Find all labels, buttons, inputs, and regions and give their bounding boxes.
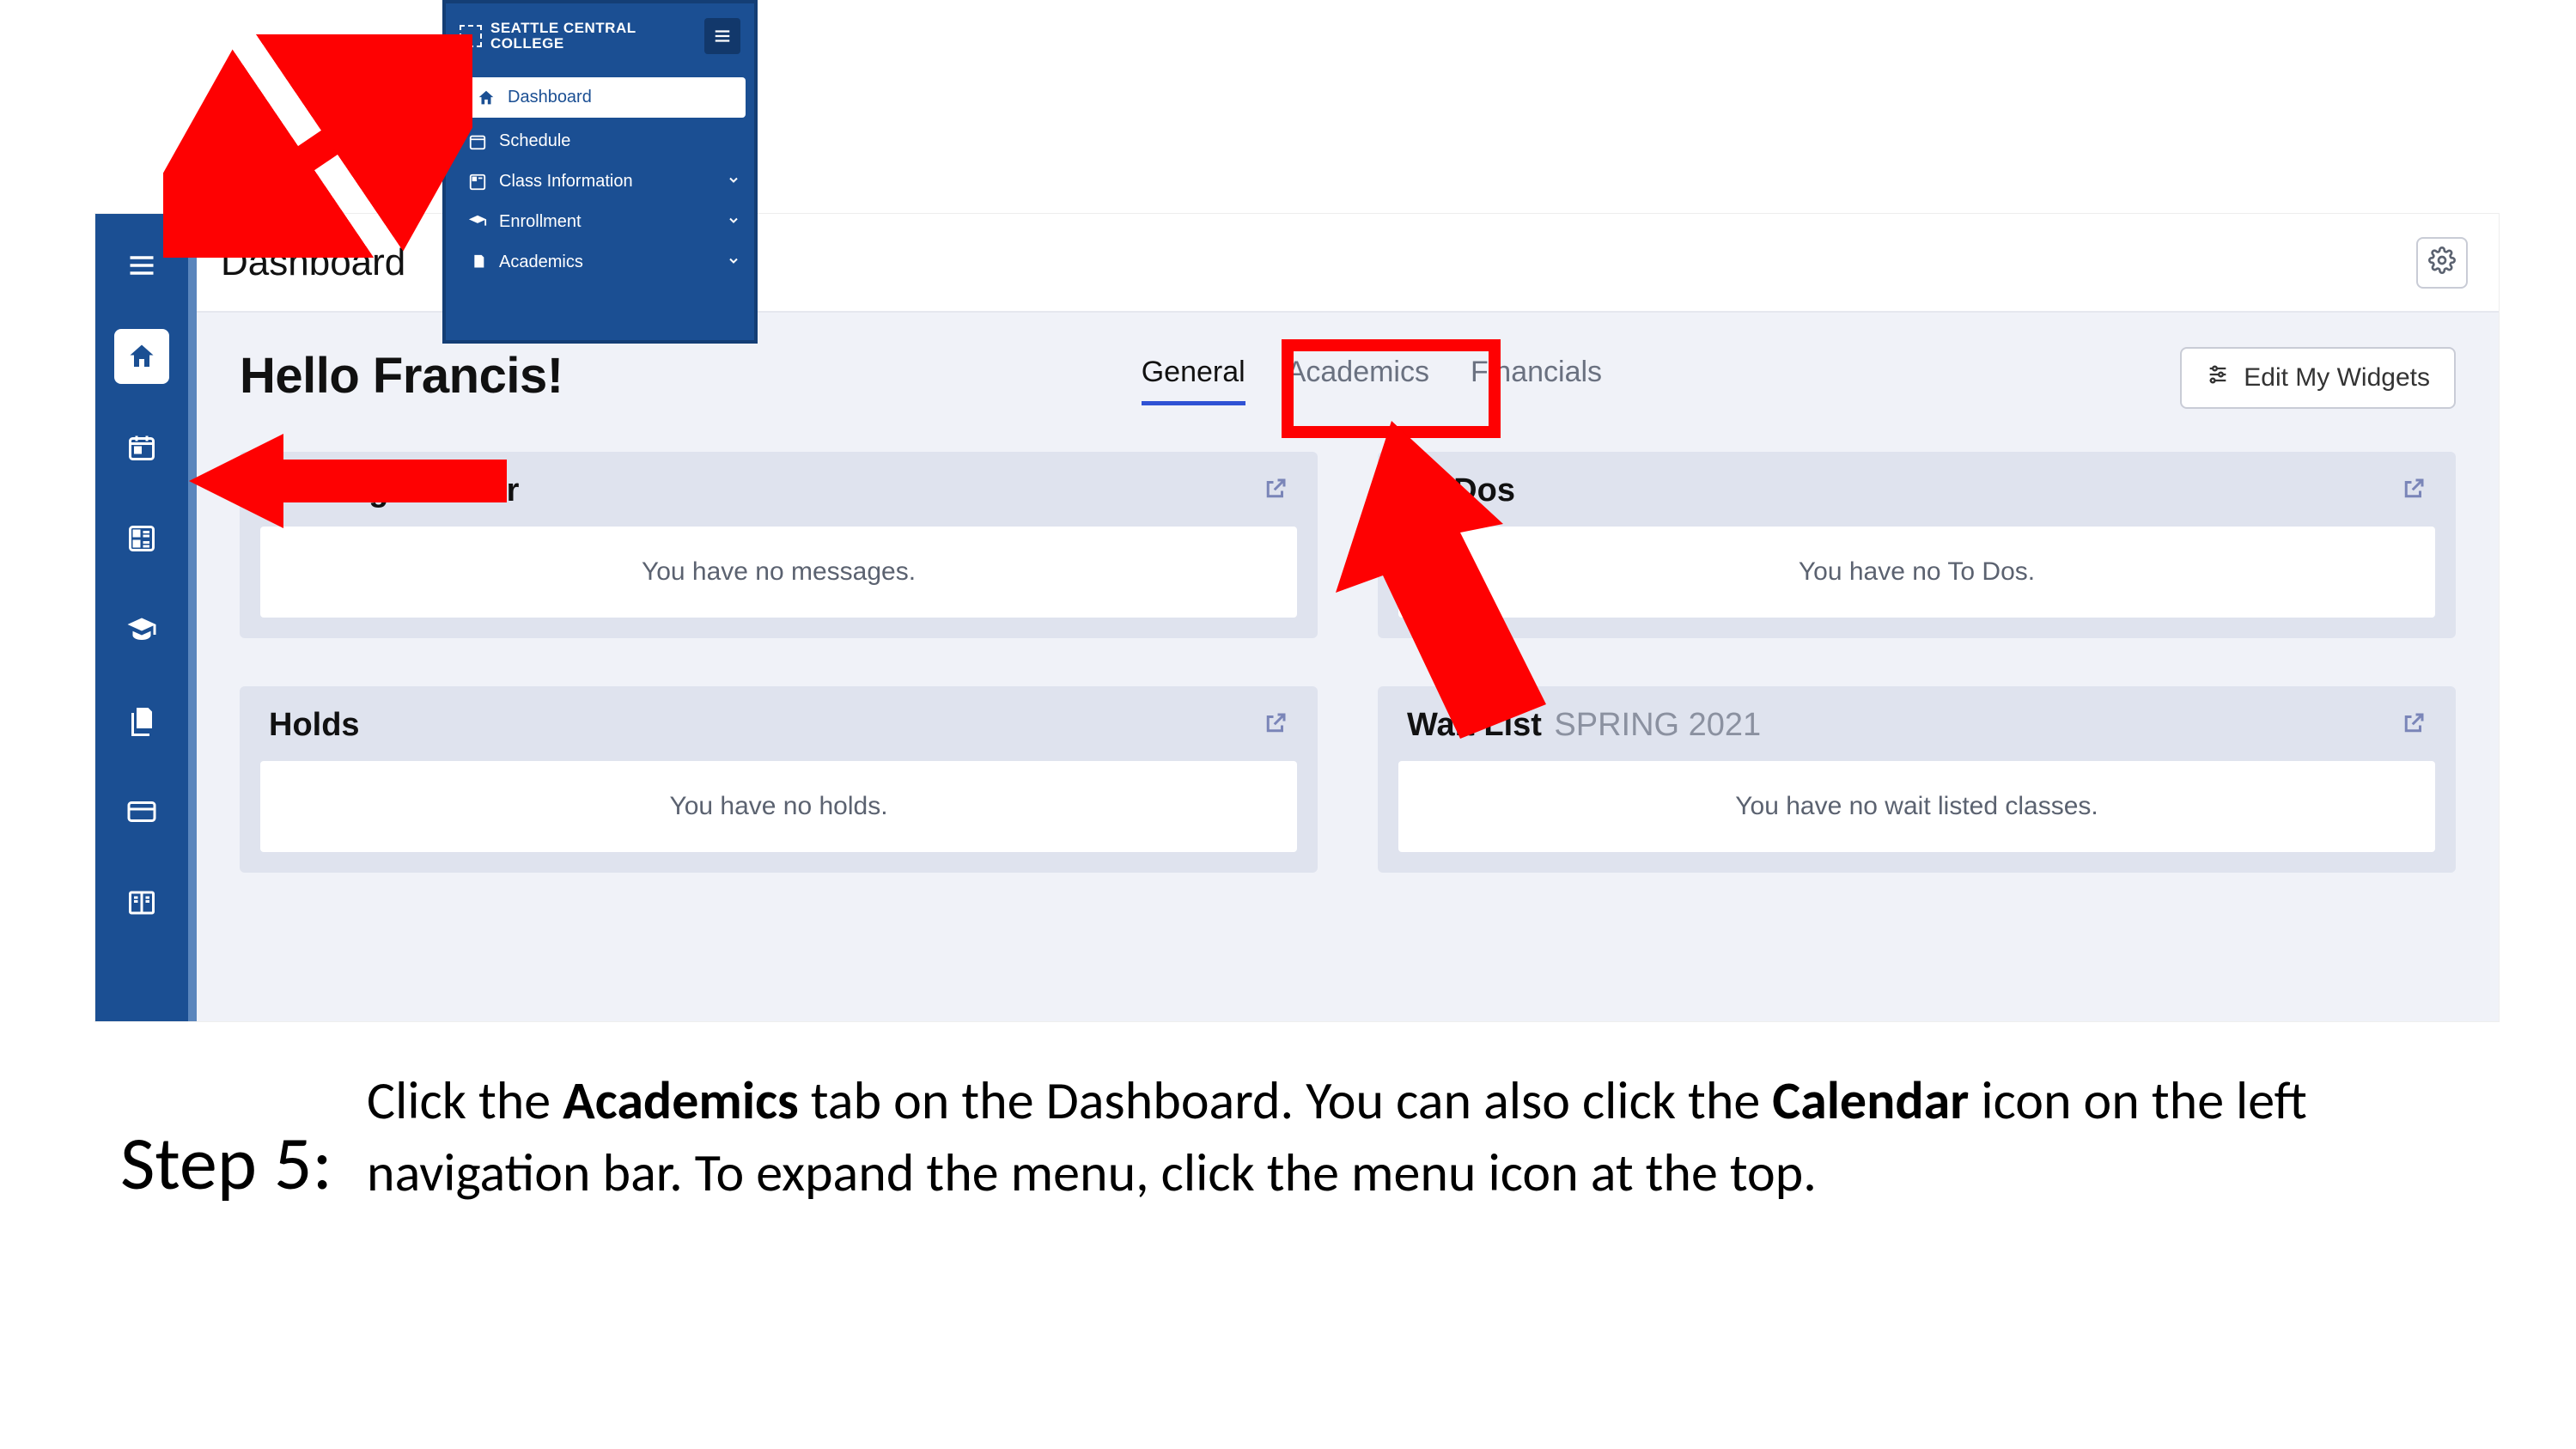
chevron-down-icon xyxy=(727,212,740,232)
sidebar-collapsed xyxy=(95,214,188,1021)
brand-line1: SEATTLE CENTRAL xyxy=(490,21,636,36)
documents-icon[interactable] xyxy=(114,693,169,748)
menu-label: Academics xyxy=(499,253,583,272)
class-info-icon[interactable] xyxy=(114,511,169,566)
menu-label: Dashboard xyxy=(508,88,592,107)
step-text: Click the Academics tab on the Dashboard… xyxy=(367,1065,2439,1209)
popout-icon[interactable] xyxy=(1263,476,1288,506)
menu-label: Class Information xyxy=(499,172,633,192)
edit-widgets-label: Edit My Widgets xyxy=(2244,363,2430,393)
annotation-arrow-diagonal xyxy=(163,34,472,258)
menu-label: Schedule xyxy=(499,131,570,151)
expanded-menu-inset: SEATTLE CENTRAL COLLEGE Dashboard Schedu… xyxy=(442,0,758,344)
menu-item-academics[interactable]: Academics xyxy=(446,242,754,283)
credit-card-icon[interactable] xyxy=(114,784,169,839)
widget-body: You have no messages. xyxy=(260,527,1297,618)
calendar-icon[interactable] xyxy=(114,420,169,475)
sidebar-scrollbar[interactable] xyxy=(188,214,197,1021)
settings-button[interactable] xyxy=(2416,237,2468,289)
greeting-text: Hello Francis! xyxy=(240,347,563,405)
menu-item-class-information[interactable]: Class Information xyxy=(446,161,754,202)
hamburger-icon[interactable] xyxy=(114,238,169,293)
graduation-cap-icon[interactable] xyxy=(114,602,169,657)
menu-item-dashboard[interactable]: Dashboard xyxy=(454,77,746,118)
popout-icon[interactable] xyxy=(2401,476,2427,506)
tab-general[interactable]: General xyxy=(1142,356,1245,405)
book-icon[interactable] xyxy=(114,875,169,930)
widget-body: You have no wait listed classes. xyxy=(1398,761,2435,852)
step-label: Step 5: xyxy=(120,1065,332,1201)
edit-widgets-button[interactable]: Edit My Widgets xyxy=(2180,347,2456,409)
brand-line2: COLLEGE xyxy=(490,36,636,52)
popout-icon[interactable] xyxy=(2401,710,2427,740)
sliders-icon xyxy=(2206,362,2230,393)
chevron-down-icon xyxy=(727,172,740,192)
popout-icon[interactable] xyxy=(1263,710,1288,740)
widget-holds: Holds You have no holds. xyxy=(240,686,1318,873)
menu-item-schedule[interactable]: Schedule xyxy=(446,121,754,161)
instruction-block: Step 5: Click the Academics tab on the D… xyxy=(120,1065,2439,1209)
college-logo: SEATTLE CENTRAL COLLEGE xyxy=(460,21,636,52)
annotation-arrow-left xyxy=(189,429,507,533)
widget-body: You have no holds. xyxy=(260,761,1297,852)
menu-label: Enrollment xyxy=(499,212,582,232)
menu-item-enrollment[interactable]: Enrollment xyxy=(446,202,754,242)
widget-subtitle: SPRING 2021 xyxy=(1554,707,1761,743)
chevron-down-icon xyxy=(727,253,740,272)
inset-hamburger-button[interactable] xyxy=(704,18,740,54)
gear-icon xyxy=(2428,247,2456,278)
inset-header: SEATTLE CENTRAL COLLEGE xyxy=(446,3,754,69)
home-icon[interactable] xyxy=(114,329,169,384)
widget-title: Holds xyxy=(269,707,360,744)
annotation-arrow-up xyxy=(1314,421,1572,739)
